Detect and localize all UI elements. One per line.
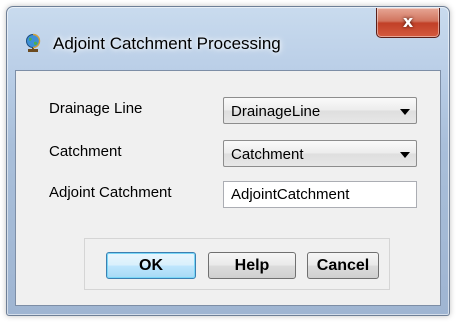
adjoint-catchment-label: Adjoint Catchment <box>49 184 172 201</box>
catchment-dropdown[interactable]: Catchment <box>223 140 417 167</box>
adjoint-catchment-field-box <box>223 181 417 208</box>
ok-button[interactable]: OK <box>106 252 196 279</box>
adjoint-catchment-input[interactable] <box>224 182 416 207</box>
chevron-down-icon <box>400 152 410 158</box>
chevron-down-icon <box>400 109 410 115</box>
close-button[interactable]: x <box>376 8 440 38</box>
window-title: Adjoint Catchment Processing <box>53 34 281 53</box>
catchment-value: Catchment <box>231 146 304 163</box>
drainage-line-label: Drainage Line <box>49 100 143 117</box>
help-button[interactable]: Help <box>208 252 296 279</box>
title-bar[interactable]: Adjoint Catchment Processing x <box>7 7 449 71</box>
dialog-window: Adjoint Catchment Processing x Drainage … <box>6 6 450 316</box>
drainage-line-dropdown[interactable]: DrainageLine <box>223 97 417 124</box>
close-icon: x <box>402 12 414 31</box>
button-group: OK Help Cancel <box>84 238 390 290</box>
globe-icon <box>23 33 43 53</box>
catchment-label: Catchment <box>49 143 122 160</box>
drainage-line-value: DrainageLine <box>231 103 321 120</box>
dialog-client-area: Drainage Line DrainageLine Catchment Cat… <box>15 70 441 306</box>
cancel-button[interactable]: Cancel <box>307 252 379 279</box>
